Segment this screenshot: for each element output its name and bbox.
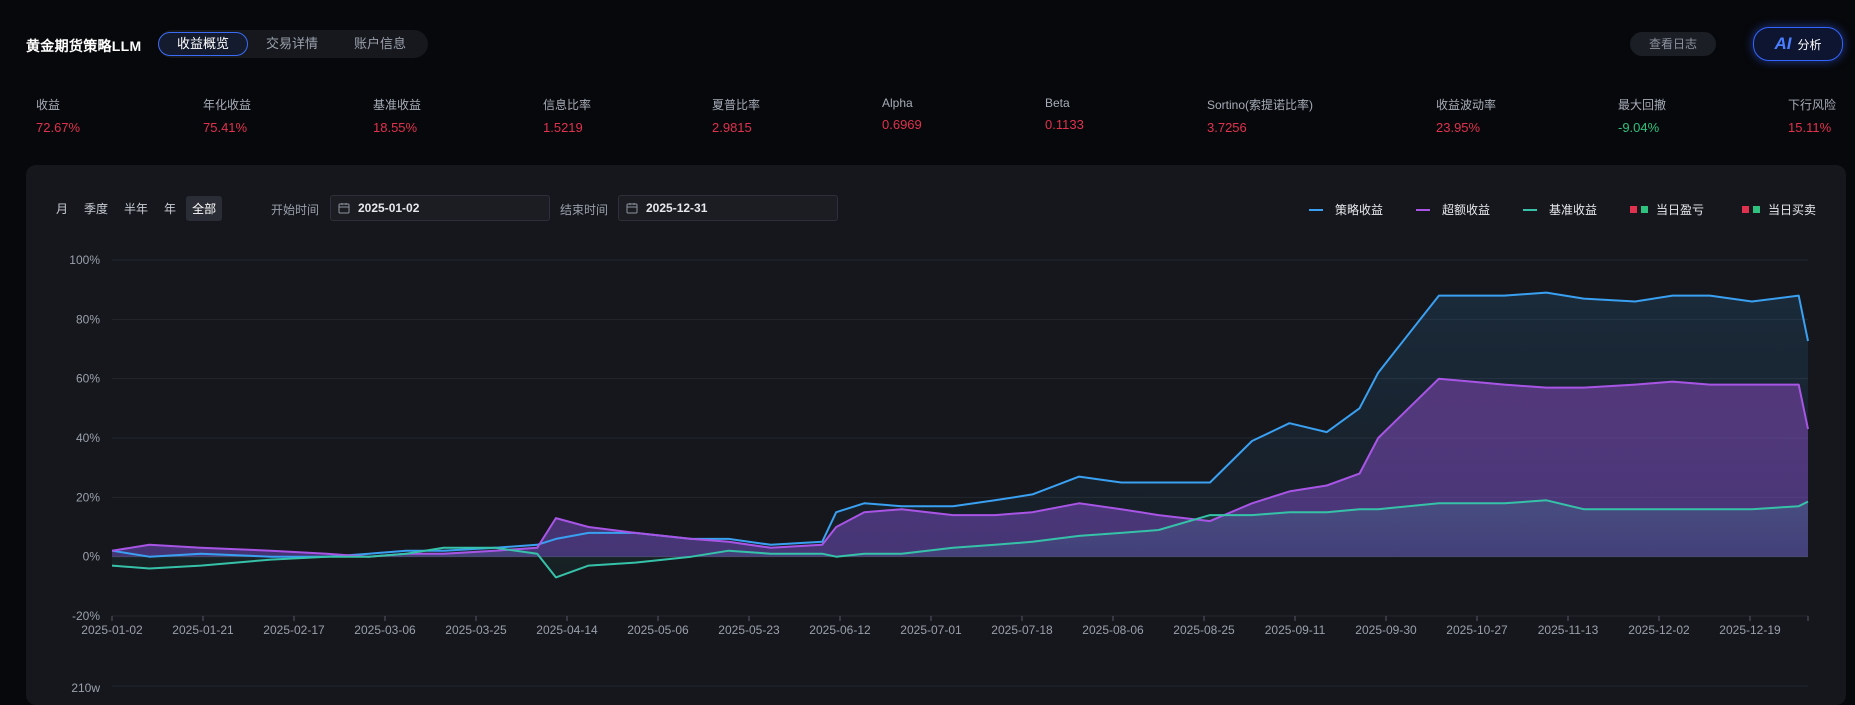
x-tick-label: 2025-09-30	[1355, 623, 1417, 637]
y-tick-label: 80%	[76, 312, 100, 326]
volume-axis-tick-label: 210w	[71, 681, 100, 695]
x-tick-label: 2025-01-21	[172, 623, 234, 637]
x-tick-label: 2025-03-06	[354, 623, 416, 637]
y-tick-label: 60%	[76, 372, 100, 386]
x-tick-label: 2025-01-02	[81, 623, 143, 637]
x-tick-label: 2025-09-11	[1265, 623, 1326, 637]
y-tick-label: -20%	[72, 609, 100, 623]
x-tick-label: 2025-12-02	[1628, 623, 1690, 637]
x-tick-label: 2025-12-19	[1719, 623, 1781, 637]
x-tick-label: 2025-03-25	[445, 623, 507, 637]
x-tick-label: 2025-10-27	[1446, 623, 1508, 637]
x-tick-label: 2025-07-01	[900, 623, 962, 637]
x-tick-label: 2025-05-06	[627, 623, 689, 637]
y-tick-label: 100%	[69, 253, 100, 267]
x-tick-label: 2025-11-13	[1538, 623, 1599, 637]
x-tick-label: 2025-08-06	[1082, 623, 1144, 637]
x-tick-label: 2025-06-12	[809, 623, 871, 637]
x-tick-label: 2025-05-23	[718, 623, 780, 637]
y-tick-label: 20%	[76, 490, 100, 504]
returns-line-chart: 100% 80% 60% 40% 20% 0% -20%2025-01-02 2025-01-…	[69, 253, 1809, 695]
y-tick-label: 40%	[76, 431, 100, 445]
x-tick-label: 2025-07-18	[991, 623, 1053, 637]
y-tick-label: 0%	[83, 550, 101, 564]
x-tick-label: 2025-02-17	[263, 623, 325, 637]
x-tick-label: 2025-08-25	[1173, 623, 1235, 637]
x-tick-label: 2025-04-14	[536, 623, 598, 637]
